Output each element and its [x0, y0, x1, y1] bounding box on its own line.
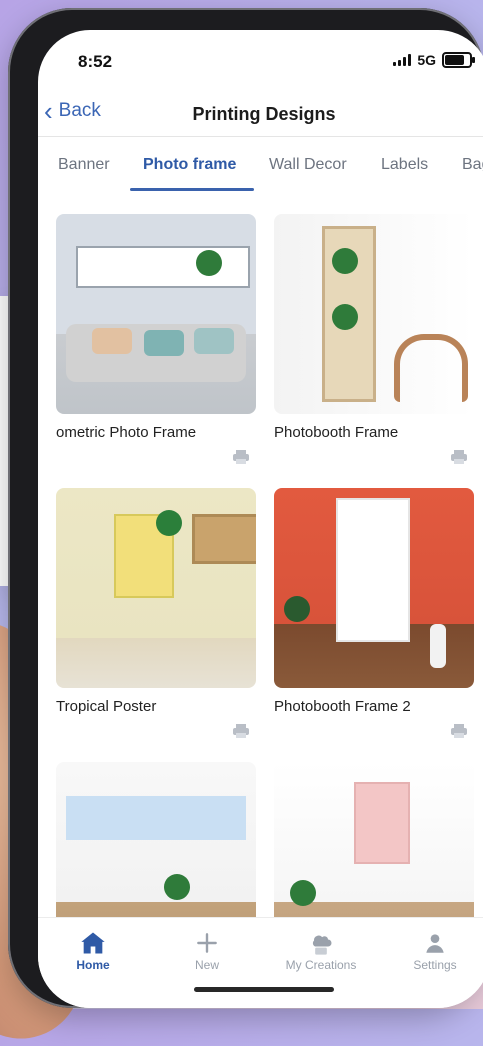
photo-string [66, 796, 246, 840]
printer-icon[interactable] [232, 724, 250, 738]
bottom-tab-bar: Home New My Creations Settings [38, 917, 483, 1008]
bottom-tab-home[interactable]: Home [38, 928, 148, 972]
category-tabs: Banner Photo frame Wall Decor Labels Bag [38, 156, 483, 192]
tab-banner[interactable]: Banner [58, 156, 110, 174]
printer-icon[interactable] [450, 450, 468, 464]
creations-icon [266, 928, 376, 958]
signal-icon [393, 54, 412, 66]
page-title: Printing Designs [192, 104, 336, 124]
plus-icon [152, 928, 262, 958]
status-right: 5G [393, 52, 475, 68]
nav-divider [38, 136, 483, 137]
design-thumbnail[interactable] [56, 488, 256, 688]
design-card[interactable]: Photobooth Frame [274, 214, 474, 464]
design-thumbnail[interactable] [274, 488, 474, 688]
design-caption: Photobooth Frame [274, 424, 399, 441]
bottom-tab-my-creations[interactable]: My Creations [266, 928, 376, 972]
bottom-tab-settings[interactable]: Settings [380, 928, 483, 972]
bottom-tab-label: My Creations [285, 958, 357, 972]
bottom-tab-label: New [194, 958, 219, 972]
tab-labels[interactable]: Labels [381, 156, 428, 174]
tab-wall-decor[interactable]: Wall Decor [269, 156, 347, 174]
network-label: 5G [417, 52, 436, 68]
status-bar: 8:52 5G [38, 30, 483, 88]
tab-bag[interactable]: Bag [462, 156, 483, 174]
cork-board [192, 514, 256, 564]
phone: 8:52 5G ‹ Back Printing Designs Banner P… [8, 8, 483, 1008]
tab-photo-frame[interactable]: Photo frame [143, 156, 236, 174]
design-card[interactable]: Tropical Poster [56, 488, 256, 738]
design-thumbnail[interactable] [274, 214, 474, 414]
home-indicator [194, 987, 334, 992]
design-card[interactable]: Photobooth Frame 2 [274, 488, 474, 738]
navigation-bar: ‹ Back Printing Designs [38, 98, 483, 134]
design-caption: Tropical Poster [56, 698, 157, 715]
design-caption: Photobooth Frame 2 [274, 698, 411, 715]
bottom-tab-label: Home [76, 958, 110, 972]
battery-icon [442, 52, 475, 68]
wall-strip [76, 246, 250, 288]
design-card[interactable]: ometric Photo Frame [56, 214, 256, 464]
screen: 8:52 5G ‹ Back Printing Designs Banner P… [38, 30, 483, 1008]
photobooth-frame [336, 498, 410, 642]
printer-icon[interactable] [232, 450, 250, 464]
bottom-tab-new[interactable]: New [152, 928, 262, 972]
status-time: 8:52 [78, 52, 113, 71]
design-caption: ometric Photo Frame [56, 424, 197, 441]
love-poster [354, 782, 410, 864]
active-tab-indicator [130, 188, 254, 191]
printer-icon[interactable] [450, 724, 468, 738]
home-icon [38, 928, 148, 958]
chair [394, 334, 468, 402]
vase [430, 624, 446, 668]
user-icon [380, 928, 483, 958]
design-thumbnail[interactable] [56, 214, 256, 414]
bottom-tab-label: Settings [413, 958, 457, 972]
